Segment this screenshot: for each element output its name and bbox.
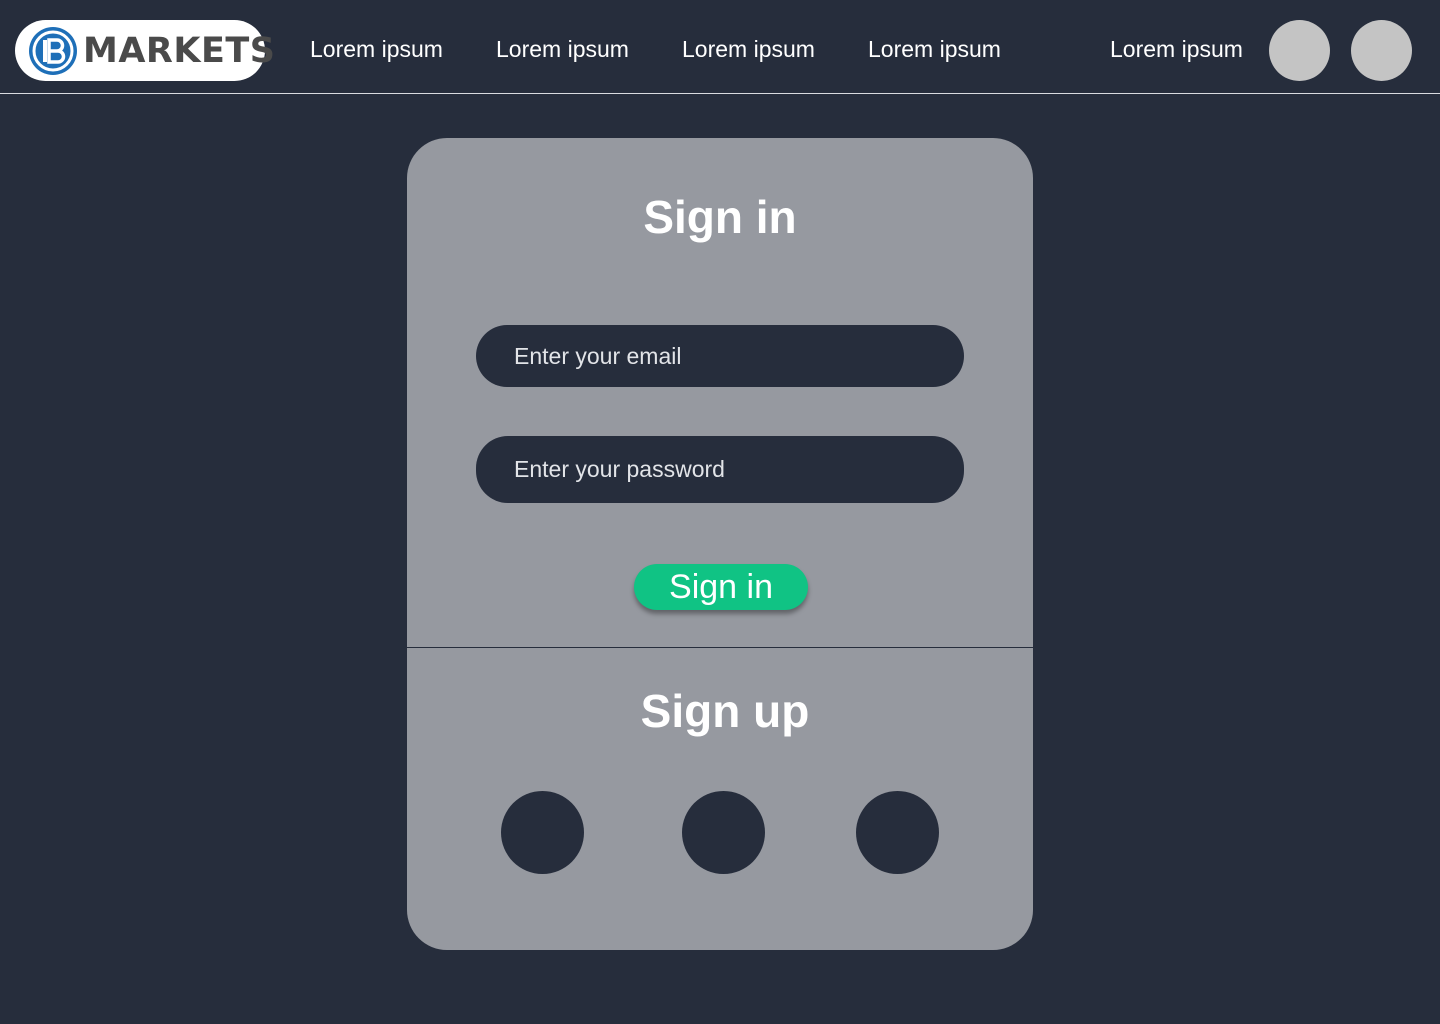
nav-link-3[interactable]: Lorem ipsum (682, 36, 815, 63)
nav-link-4[interactable]: Lorem ipsum (868, 36, 1001, 63)
avatar-button-2[interactable] (1351, 20, 1412, 81)
signin-title: Sign in (643, 191, 797, 243)
section-divider (407, 647, 1033, 648)
avatar-button-1[interactable] (1269, 20, 1330, 81)
nav-link-2[interactable]: Lorem ipsum (496, 36, 629, 63)
top-navigation-bar: MARKETS Lorem ipsum Lorem ipsum Lorem ip… (0, 0, 1440, 94)
social-signup-button-1[interactable] (501, 791, 584, 874)
signup-title: Sign up (640, 685, 810, 737)
nav-link-5[interactable]: Lorem ipsum (1110, 36, 1243, 63)
signin-button[interactable]: Sign in (634, 564, 808, 610)
auth-card: Sign in Sign in Sign up (407, 138, 1033, 950)
brand-logo[interactable]: MARKETS (15, 20, 275, 81)
social-signup-button-2[interactable] (682, 791, 765, 874)
logo-text: MARKETS (83, 30, 276, 71)
email-input[interactable] (476, 325, 964, 387)
logo-mark-icon (29, 26, 77, 75)
social-signup-button-3[interactable] (856, 791, 939, 874)
password-input[interactable] (476, 436, 964, 503)
nav-link-1[interactable]: Lorem ipsum (310, 36, 443, 63)
